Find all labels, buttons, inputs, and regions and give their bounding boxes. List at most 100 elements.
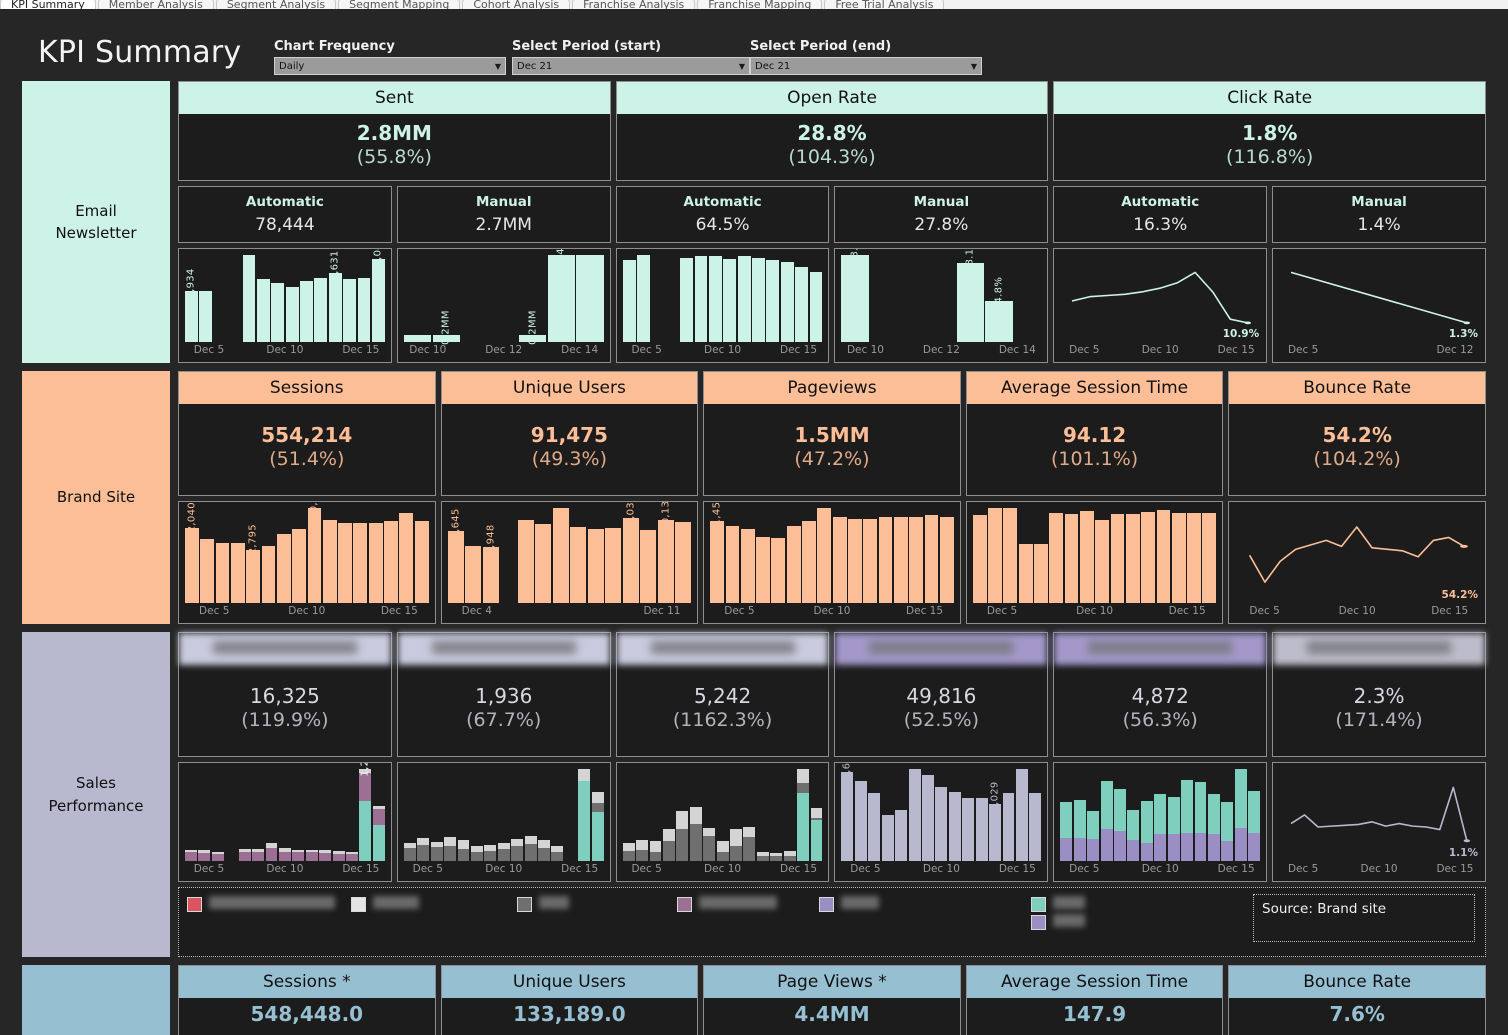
legend-item-3[interactable] — [677, 896, 777, 912]
bar — [535, 524, 551, 603]
submetric-card-3[interactable]: Manual27.8% — [834, 186, 1048, 243]
legend-item-4[interactable] — [819, 896, 879, 912]
kpi-card-open-rate[interactable]: Open Rate28.8%(104.3%) — [616, 81, 1049, 181]
sales-metric-2-sparkline-plot — [404, 769, 604, 861]
submetric-card-0[interactable]: Automatic78,444 — [178, 186, 392, 243]
bar-segment — [770, 856, 782, 861]
click-manual-sparkline[interactable]: 1.3%Dec 5Dec 12 — [1272, 248, 1486, 363]
kpi-value: 16,325 — [250, 684, 320, 709]
workbook-tab-3[interactable]: Segment Mapping — [338, 0, 460, 9]
kpi-value: 1.5MM — [794, 423, 869, 448]
open-automatic-sparkline-plot — [623, 255, 823, 342]
open-automatic-sparkline[interactable]: Dec 5Dec 10Dec 15 — [616, 248, 830, 363]
workbook-tab-6[interactable]: Franchise Mapping — [697, 0, 822, 9]
filter-dropdown-1[interactable]: Dec 21▼ — [512, 57, 750, 75]
bar-segment — [848, 519, 862, 603]
bar — [1074, 800, 1086, 861]
filter-dropdown-0[interactable]: Daily▼ — [274, 57, 506, 75]
bar-value-label: 0.2MM — [527, 310, 538, 345]
bar-segment — [738, 256, 751, 342]
kpi-body: 1,936(67.7%) — [398, 665, 610, 756]
bar-segment — [1187, 513, 1201, 603]
sales-metric-4-sparkline[interactable]: 4,6903,029Dec 5Dec 10Dec 15 — [834, 762, 1048, 882]
workbook-tab-4[interactable]: Cohort Analysis — [462, 0, 570, 9]
submetric-card-4[interactable]: Automatic16.3% — [1053, 186, 1267, 243]
bar — [663, 829, 675, 861]
workbook-tab-1[interactable]: Member Analysis — [98, 0, 214, 9]
kpi-card-sales-6[interactable]: 2.3%(171.4%) — [1272, 632, 1486, 757]
open-manual-sparkline[interactable]: 53.0%48.1%24.8%Dec 10Dec 12Dec 14 — [834, 248, 1048, 363]
legend-item-6[interactable] — [1031, 914, 1085, 930]
submetric-card-5[interactable]: Manual1.4% — [1272, 186, 1486, 243]
chevron-down-icon[interactable]: ▼ — [971, 62, 979, 71]
sessions-sparkline[interactable]: 32,04022,79540,825Dec 5Dec 10Dec 15 — [178, 501, 436, 624]
legend-item-2[interactable] — [517, 896, 569, 912]
chevron-down-icon[interactable]: ▼ — [739, 62, 747, 71]
sent-manual-sparkline[interactable]: 0.2MM0.2MM2.4MMDec 10Dec 12Dec 14 — [397, 248, 611, 363]
kpi-card-sales-4[interactable]: 49,816(52.5%) — [834, 632, 1048, 757]
kpi-card-sales-1[interactable]: 16,325(119.9%) — [178, 632, 392, 757]
click-automatic-sparkline[interactable]: 10.9%Dec 5Dec 10Dec 15 — [1053, 248, 1267, 363]
legend-item-0[interactable] — [187, 896, 335, 912]
redaction-bar — [213, 641, 357, 654]
bar — [279, 848, 291, 861]
bar — [306, 850, 318, 862]
bar-segment — [922, 775, 934, 861]
avg-session-time-sparkline-axis: Dec 5Dec 10Dec 15 — [973, 605, 1217, 621]
kpi-card-sales-2[interactable]: 1,936(67.7%) — [397, 632, 611, 757]
sales-metric-3-sparkline[interactable]: Dec 5Dec 10Dec 15 — [616, 762, 830, 882]
kpi-card-click-rate[interactable]: Click Rate1.8%(116.8%) — [1053, 81, 1486, 181]
sent-automatic-sparkline[interactable]: 4,9346,6318,047Dec 5Dec 10Dec 15 — [178, 248, 392, 363]
bar-segment — [925, 515, 939, 603]
bar-segment — [373, 825, 385, 861]
workbook-tab-5[interactable]: Franchise Analysis — [572, 0, 695, 9]
bar: 9,035 — [623, 518, 639, 603]
kpi-card-bounce-rate[interactable]: Bounce Rate54.2%(104.2%) — [1228, 371, 1486, 496]
kpi-card-average-session-time[interactable]: Average Session Time94.12(101.1%) — [966, 371, 1224, 496]
bar-segment — [817, 508, 831, 603]
chevron-down-icon[interactable]: ▼ — [495, 62, 503, 71]
kpi-card-sales-5[interactable]: 4,872(56.3%) — [1053, 632, 1267, 757]
bar — [353, 523, 367, 603]
bar-segment — [1235, 828, 1247, 861]
kpi-card-bottom-0[interactable]: Sessions *548,448.0 — [178, 965, 436, 1035]
kpi-card-bottom-3[interactable]: Average Session Time147.9 — [966, 965, 1224, 1035]
sales-metric-6-sparkline[interactable]: 1.1%Dec 5Dec 10Dec 15 — [1272, 762, 1486, 882]
source-note: Source: Brand site — [1253, 894, 1475, 942]
submetric-card-1[interactable]: Manual2.7MM — [397, 186, 611, 243]
kpi-card-bottom-2[interactable]: Page Views *4.4MM — [703, 965, 961, 1035]
bar-segment — [404, 335, 431, 342]
bar-value-label: 22,795 — [248, 524, 259, 561]
sales-metric-5-sparkline[interactable]: Dec 5Dec 10Dec 15 — [1053, 762, 1267, 882]
bar — [709, 256, 722, 342]
bar-segment — [1049, 513, 1063, 603]
kpi-card-bottom-4[interactable]: Bounce Rate7.6% — [1228, 965, 1486, 1035]
bar — [988, 508, 1002, 603]
bar — [373, 806, 385, 861]
workbook-tab-0[interactable]: KPI Summary — [0, 0, 96, 9]
kpi-card-sales-3[interactable]: 5,242(1162.3%) — [616, 632, 830, 757]
workbook-tab-7[interactable]: Free Trial Analysis — [824, 0, 944, 9]
kpi-card-sent[interactable]: Sent2.8MM(55.8%) — [178, 81, 611, 181]
sales-metric-2-sparkline[interactable]: Dec 5Dec 10Dec 15 — [397, 762, 611, 882]
bar: 40,825 — [308, 508, 322, 603]
kpi-card-sessions[interactable]: Sessions554,214(51.4%) — [178, 371, 436, 496]
submetric-card-2[interactable]: Automatic64.5% — [616, 186, 830, 243]
kpi-card-unique-users[interactable]: Unique Users91,475(49.3%) — [441, 371, 699, 496]
kpi-card-bottom-1[interactable]: Unique Users133,189.0 — [441, 965, 699, 1035]
sales-metric-1-sparkline[interactable]: 1,212Dec 5Dec 10Dec 15 — [178, 762, 392, 882]
bar-segment — [1101, 781, 1113, 830]
filter-dropdown-2[interactable]: Dec 21▼ — [750, 57, 982, 75]
workbook-tab-2[interactable]: Segment Analysis — [216, 0, 336, 9]
pageviews-sparkline[interactable]: 91,450Dec 5Dec 10Dec 15 — [703, 501, 961, 624]
bounce-rate-sparkline[interactable]: 54.2%Dec 5Dec 10Dec 15 — [1228, 501, 1486, 624]
legend-item-5[interactable] — [1031, 896, 1085, 912]
avg-session-time-sparkline[interactable]: Dec 5Dec 10Dec 15 — [966, 501, 1224, 624]
legend-item-1[interactable] — [351, 896, 419, 912]
bar — [200, 539, 214, 603]
bar-segment — [538, 840, 550, 848]
bar: 7,645 — [448, 531, 464, 603]
unique-users-sparkline[interactable]: 7,6455,9489,03510,137Dec 4Dec 11 — [441, 501, 699, 624]
kpi-card-pageviews[interactable]: Pageviews1.5MM(47.2%) — [703, 371, 961, 496]
bar-segment — [511, 839, 523, 847]
